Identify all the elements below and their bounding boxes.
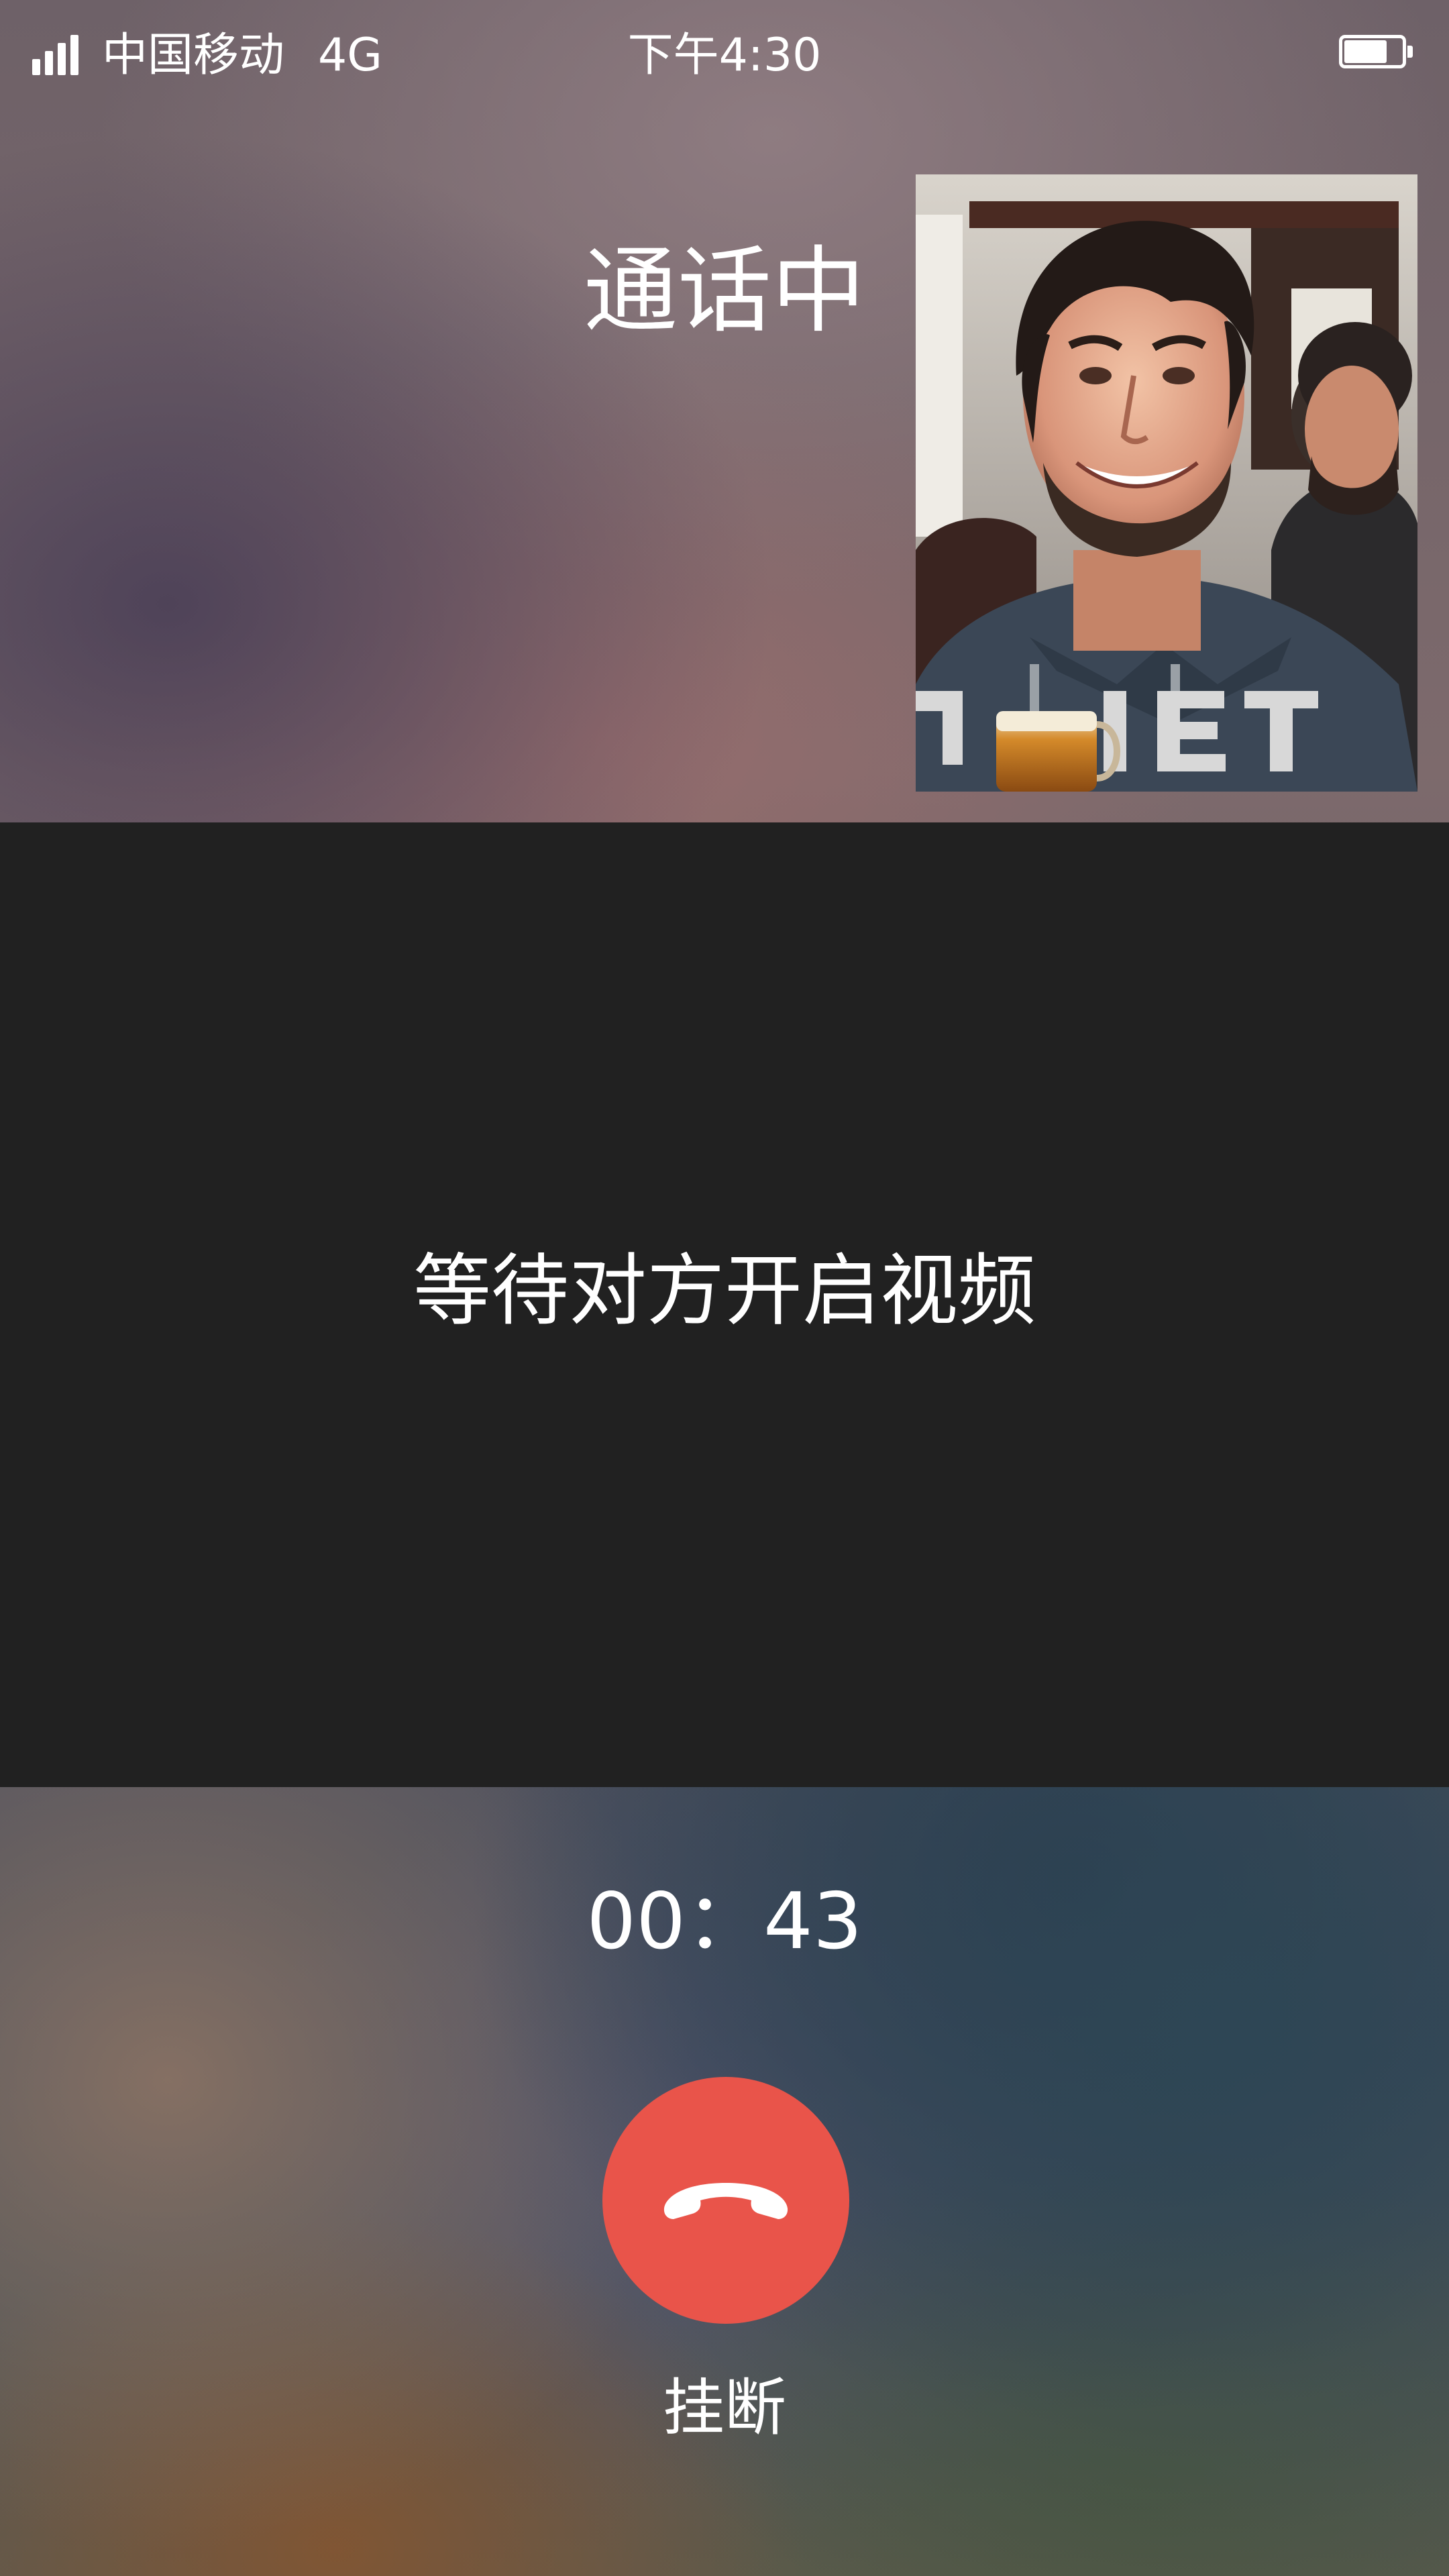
hangup-label: 挂断 [662,2372,786,2444]
battery-level [1344,40,1387,63]
hangup-button[interactable] [602,2077,849,2324]
contact-photo [916,174,1417,792]
status-time: 下午4:30 [627,29,822,82]
phone-hangup-icon [663,2183,788,2219]
status-bar: 中国移动 4G 下午4:30 [0,0,1449,114]
call-status: 通话中 [583,237,865,346]
battery-tip [1407,46,1413,58]
battery-icon [1339,35,1417,74]
video-waiting-message: 等待对方开启视频 [413,1246,1036,1336]
call-duration: 00：43 [586,1876,863,1967]
video-call-screen: 中国移动 4G 下午4:30 通话中 等待对方开启视频 00：43 挂断 [0,0,1449,2576]
